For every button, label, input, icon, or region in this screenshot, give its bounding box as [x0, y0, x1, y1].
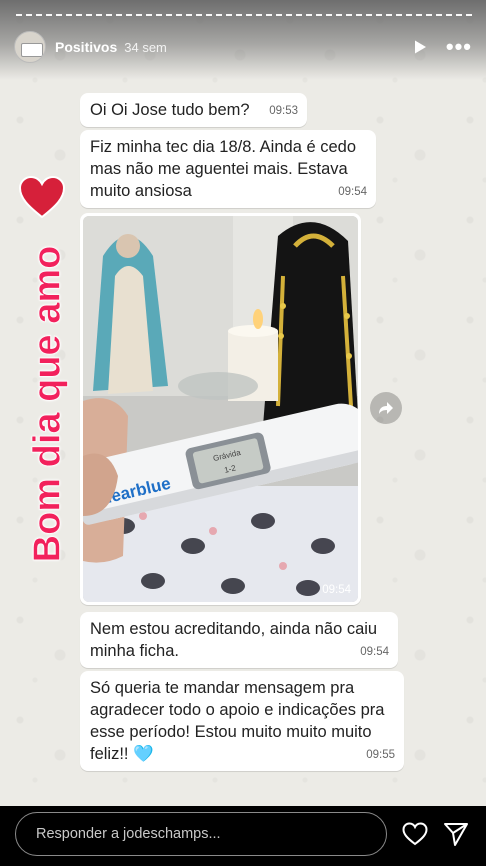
- message-time: 09:55: [366, 749, 395, 761]
- image-message[interactable]: Grávida 1-2 Clearblue 09:54: [80, 213, 361, 605]
- send-icon[interactable]: [443, 821, 469, 847]
- message-text: Fiz minha tec dia 18/8. Ainda é cedo mas…: [90, 138, 356, 200]
- heart-outline-icon[interactable]: [402, 822, 428, 846]
- avatar[interactable]: [14, 31, 46, 63]
- chat-bubble: Nem estou acreditando, ainda não caiu mi…: [80, 612, 398, 668]
- reply-input[interactable]: [15, 812, 387, 856]
- chat-bubble: Fiz minha tec dia 18/8. Ainda é cedo mas…: [80, 130, 376, 208]
- forward-icon: [379, 402, 393, 414]
- more-icon[interactable]: •••: [446, 36, 472, 58]
- story-frame[interactable]: Positivos 34 sem ••• Oi Oi Jose tudo bem…: [0, 0, 486, 806]
- chat-bubble: Só queria te mandar mensagem pra agradec…: [80, 671, 404, 771]
- forward-button[interactable]: [370, 392, 402, 424]
- message-text: Nem estou acreditando, ainda não caiu mi…: [90, 620, 378, 660]
- play-icon[interactable]: [412, 39, 428, 55]
- message-text: Oi Oi Jose tudo bem?: [90, 101, 250, 119]
- pregnancy-test-photo: Grávida 1-2 Clearblue: [83, 216, 358, 602]
- message-text: Só queria te mandar mensagem pra agradec…: [90, 679, 385, 763]
- post-time: 34 sem: [124, 39, 167, 55]
- heart-icon[interactable]: [18, 175, 66, 219]
- message-time: 09:54: [360, 646, 389, 658]
- message-time: 09:54: [322, 584, 351, 596]
- story-progress-bar: [16, 14, 472, 16]
- message-time: 09:53: [269, 105, 298, 117]
- chat-bubble: Oi Oi Jose tudo bem? 09:53: [80, 93, 307, 127]
- story-header: Positivos 34 sem •••: [14, 31, 472, 63]
- username[interactable]: Positivos: [55, 39, 117, 55]
- story-text: Bom dia que amo: [26, 245, 69, 563]
- message-time: 09:54: [338, 186, 367, 198]
